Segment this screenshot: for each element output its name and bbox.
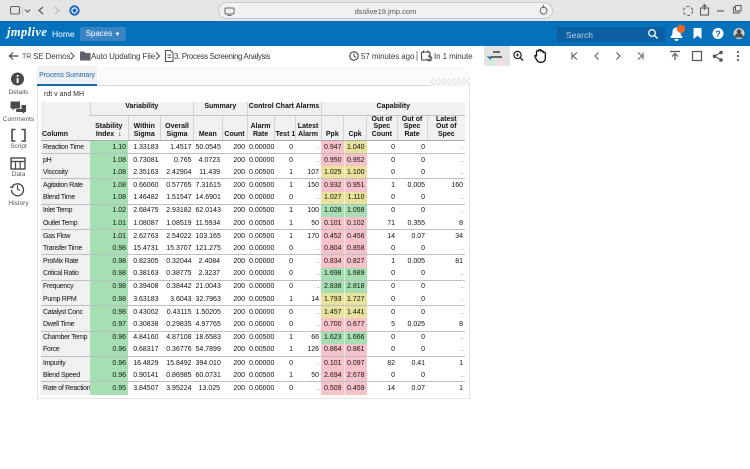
- svg-text:?: ?: [715, 29, 721, 39]
- svg-text:TR: TR: [22, 54, 31, 61]
